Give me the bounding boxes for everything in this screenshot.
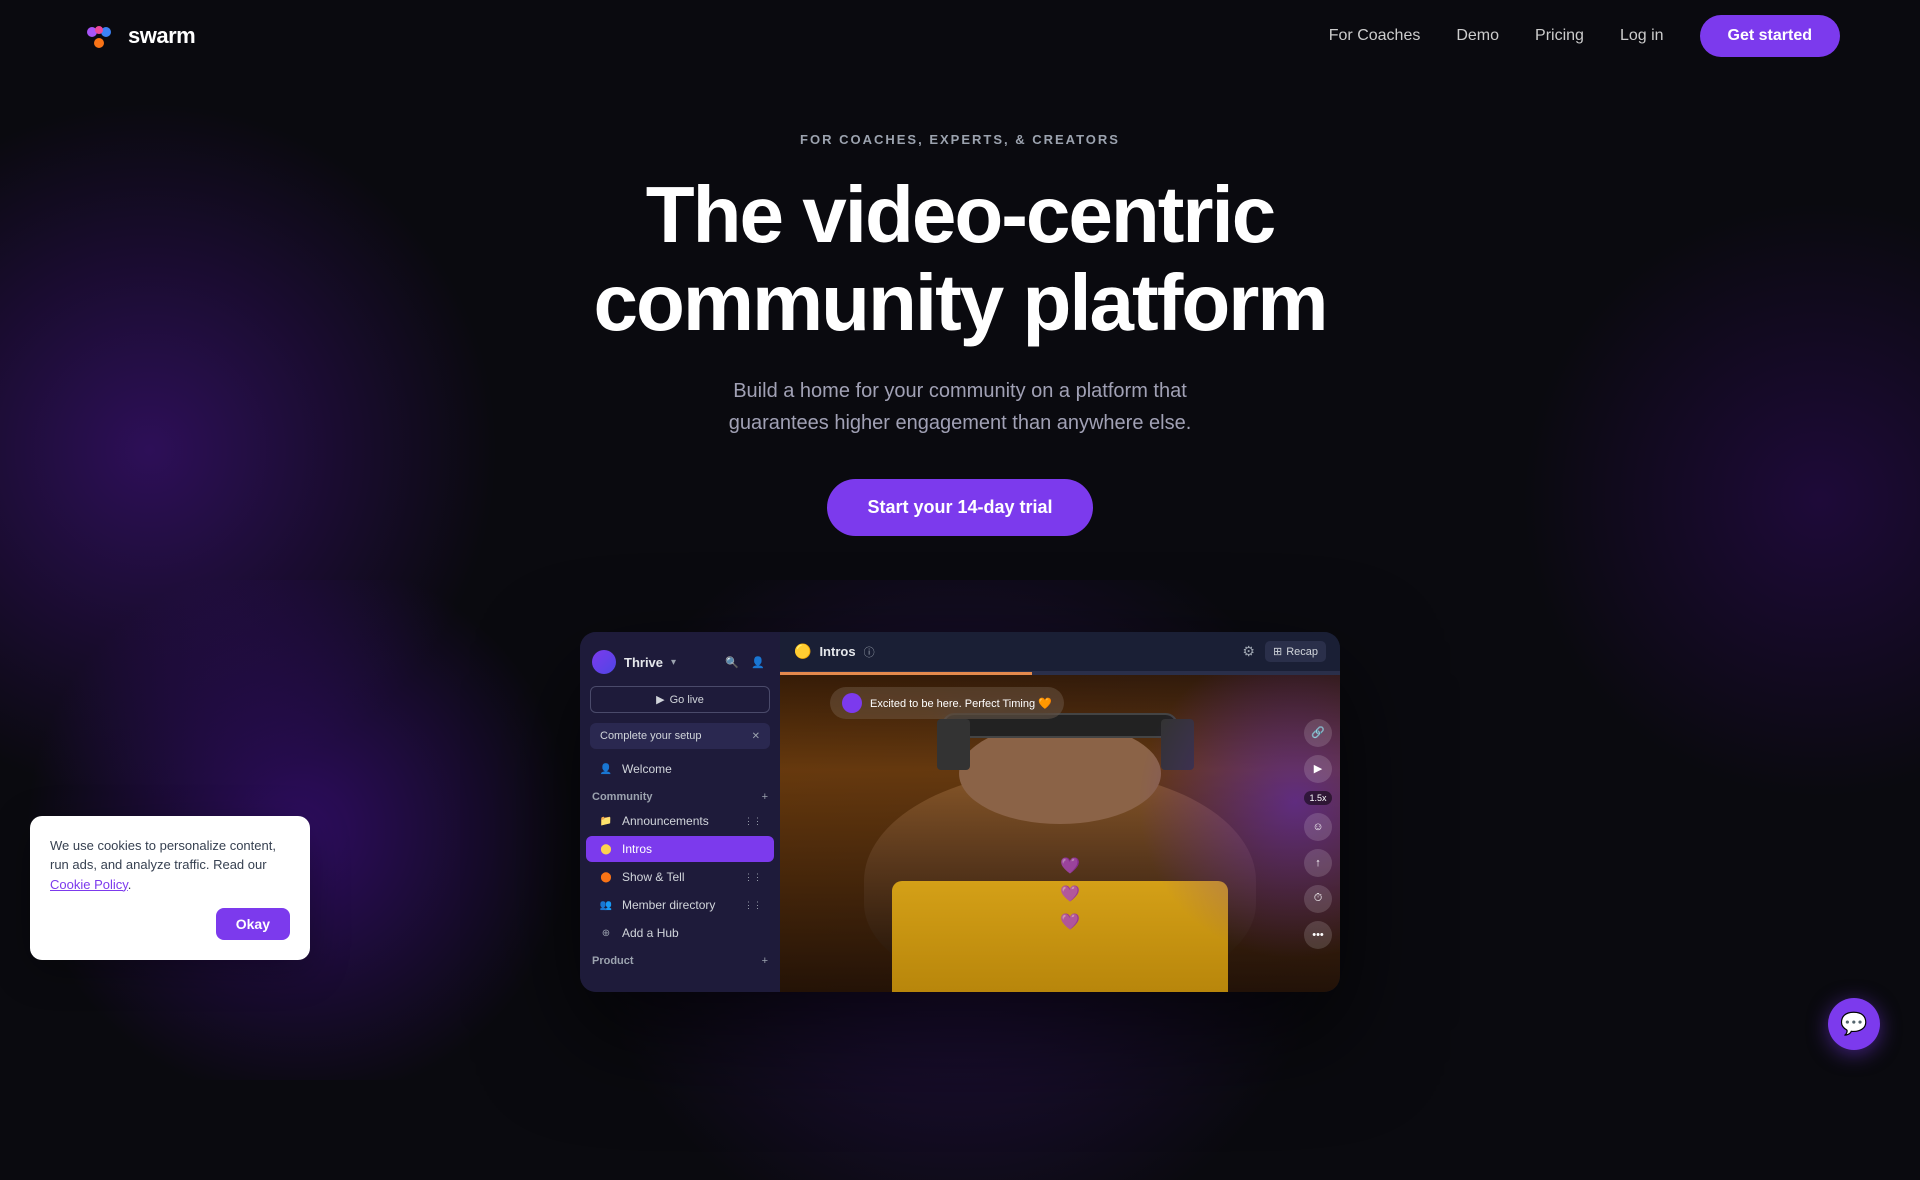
setup-item[interactable]: Complete your setup ✕ xyxy=(590,723,770,749)
settings-icon[interactable]: ⚙ xyxy=(1242,643,1255,660)
show-tell-label: Show & Tell xyxy=(622,870,736,884)
nav-demo[interactable]: Demo xyxy=(1456,27,1499,45)
product-section-label: Product xyxy=(592,955,634,967)
app-main-content: 🟡 Intros ⓘ ⚙ ⊞ Recap xyxy=(780,632,1340,992)
emoji-control-btn[interactable]: ☺ xyxy=(1304,813,1332,841)
share-control-btn[interactable]: ↑ xyxy=(1304,849,1332,877)
sidebar-item-intros[interactable]: ⬤ Intros xyxy=(586,836,774,862)
sidebar-item-announcements[interactable]: 📁 Announcements ⋮⋮ xyxy=(586,808,774,834)
community-section-icon: + xyxy=(762,791,768,803)
topbar-right: ⚙ ⊞ Recap xyxy=(1242,641,1326,662)
community-dropdown-icon: ▾ xyxy=(671,657,676,668)
nav-for-coaches[interactable]: For Coaches xyxy=(1329,27,1421,45)
video-content: Excited to be here. Perfect Timing 🧡 🔗 ▶… xyxy=(780,675,1340,992)
nav-pricing[interactable]: Pricing xyxy=(1535,27,1584,45)
sidebar-item-show-tell[interactable]: ⬤ Show & Tell ⋮⋮ xyxy=(586,864,774,890)
video-area[interactable]: Excited to be here. Perfect Timing 🧡 🔗 ▶… xyxy=(780,672,1340,992)
sidebar-section-community: Community + xyxy=(580,783,780,807)
go-live-button[interactable]: ▶ Go live xyxy=(590,686,770,713)
setup-text: Complete your setup xyxy=(600,730,702,742)
get-started-button[interactable]: Get started xyxy=(1700,15,1840,57)
member-directory-menu-icon: ⋮⋮ xyxy=(744,900,762,911)
cookie-text: We use cookies to personalize content, r… xyxy=(50,836,290,895)
nav-links: For Coaches Demo Pricing Log in Get star… xyxy=(1329,15,1840,57)
cookie-okay-button[interactable]: Okay xyxy=(216,908,290,940)
nav-login[interactable]: Log in xyxy=(1620,27,1664,45)
hero-title: The video-centric community platform xyxy=(0,171,1920,347)
announcements-menu-icon: ⋮⋮ xyxy=(744,816,762,827)
app-topbar: 🟡 Intros ⓘ ⚙ ⊞ Recap xyxy=(780,632,1340,672)
hero-title-line1: The video-centric xyxy=(646,170,1274,259)
comment-text: Excited to be here. Perfect Timing 🧡 xyxy=(870,697,1052,710)
logo-link[interactable]: swarm xyxy=(80,17,195,55)
floating-hearts: 💜 💜 💜 xyxy=(1060,856,1080,932)
cookie-message: We use cookies to personalize content, r… xyxy=(50,838,276,873)
hero-section: FOR COACHES, EXPERTS, & CREATORS The vid… xyxy=(0,72,1920,536)
hero-eyebrow: FOR COACHES, EXPERTS, & CREATORS xyxy=(0,132,1920,147)
heart-2: 💜 xyxy=(1060,884,1080,904)
intros-label: Intros xyxy=(622,842,762,856)
speed-badge[interactable]: 1.5x xyxy=(1304,791,1331,805)
sidebar-item-welcome[interactable]: 👤 Welcome xyxy=(586,756,774,782)
product-section-icon: + xyxy=(762,955,768,967)
setup-close-icon[interactable]: ✕ xyxy=(752,731,760,742)
more-control-btn[interactable]: ••• xyxy=(1304,921,1332,949)
logo-icon xyxy=(80,17,118,55)
cookie-buttons: Okay xyxy=(50,908,290,940)
community-name: Thrive xyxy=(624,655,663,670)
sidebar-section-product: Product + xyxy=(580,947,780,971)
comment-avatar xyxy=(842,693,862,713)
video-comment: Excited to be here. Perfect Timing 🧡 xyxy=(830,687,1064,719)
channel-icon: 🟡 xyxy=(794,643,811,660)
topbar-info-icon: ⓘ xyxy=(864,644,875,660)
announcements-icon: 📁 xyxy=(598,813,614,829)
recap-icon: ⊞ xyxy=(1273,645,1282,658)
go-live-label: Go live xyxy=(670,694,704,706)
chat-widget-button[interactable]: 💬 xyxy=(1828,998,1880,1050)
hero-title-line2: community platform xyxy=(594,258,1327,347)
intros-icon: ⬤ xyxy=(598,841,614,857)
link-control-btn[interactable]: 🔗 xyxy=(1304,719,1332,747)
sidebar-header: Thrive ▾ 🔍 👤 xyxy=(580,644,780,686)
cookie-banner: We use cookies to personalize content, r… xyxy=(30,816,310,961)
trial-button[interactable]: Start your 14-day trial xyxy=(827,479,1092,536)
recap-button[interactable]: ⊞ Recap xyxy=(1265,641,1326,662)
heart-3: 💜 xyxy=(1060,912,1080,932)
community-section-label: Community xyxy=(592,791,653,803)
app-sidebar: Thrive ▾ 🔍 👤 ▶ Go live Complete your set… xyxy=(580,632,780,992)
play-control-btn[interactable]: ▶ xyxy=(1304,755,1332,783)
go-live-icon: ▶ xyxy=(656,693,664,706)
member-directory-icon: 👥 xyxy=(598,897,614,913)
video-side-controls: 🔗 ▶ 1.5x ☺ ↑ ⏱ ••• xyxy=(1304,719,1332,949)
show-tell-icon: ⬤ xyxy=(598,869,614,885)
navbar: swarm For Coaches Demo Pricing Log in Ge… xyxy=(0,0,1920,72)
topbar-left: 🟡 Intros ⓘ xyxy=(794,643,875,660)
hero-subtitle: Build a home for your community on a pla… xyxy=(0,375,1920,439)
add-hub-label: Add a Hub xyxy=(622,926,762,940)
sidebar-item-member-directory[interactable]: 👥 Member directory ⋮⋮ xyxy=(586,892,774,918)
sidebar-header-icons: 🔍 👤 xyxy=(722,652,768,672)
search-icon[interactable]: 🔍 xyxy=(722,652,742,672)
video-person xyxy=(780,675,1340,992)
app-preview: Thrive ▾ 🔍 👤 ▶ Go live Complete your set… xyxy=(580,632,1340,992)
community-avatar xyxy=(592,650,616,674)
chat-widget-icon: 💬 xyxy=(1840,1011,1867,1037)
cookie-policy-link[interactable]: Cookie Policy xyxy=(50,877,128,892)
recap-label: Recap xyxy=(1286,646,1318,658)
logo-text: swarm xyxy=(128,23,195,49)
sidebar-item-add-hub[interactable]: ⊕ Add a Hub xyxy=(586,920,774,946)
welcome-label: Welcome xyxy=(622,762,762,776)
timer-control-btn[interactable]: ⏱ xyxy=(1304,885,1332,913)
show-tell-menu-icon: ⋮⋮ xyxy=(744,872,762,883)
add-hub-icon: ⊕ xyxy=(598,925,614,941)
welcome-icon: 👤 xyxy=(598,761,614,777)
heart-1: 💜 xyxy=(1060,856,1080,876)
topbar-channel-name: Intros xyxy=(819,644,855,659)
sidebar-community: Thrive ▾ xyxy=(592,650,676,674)
announcements-label: Announcements xyxy=(622,814,736,828)
person-icon[interactable]: 👤 xyxy=(748,652,768,672)
member-directory-label: Member directory xyxy=(622,898,736,912)
